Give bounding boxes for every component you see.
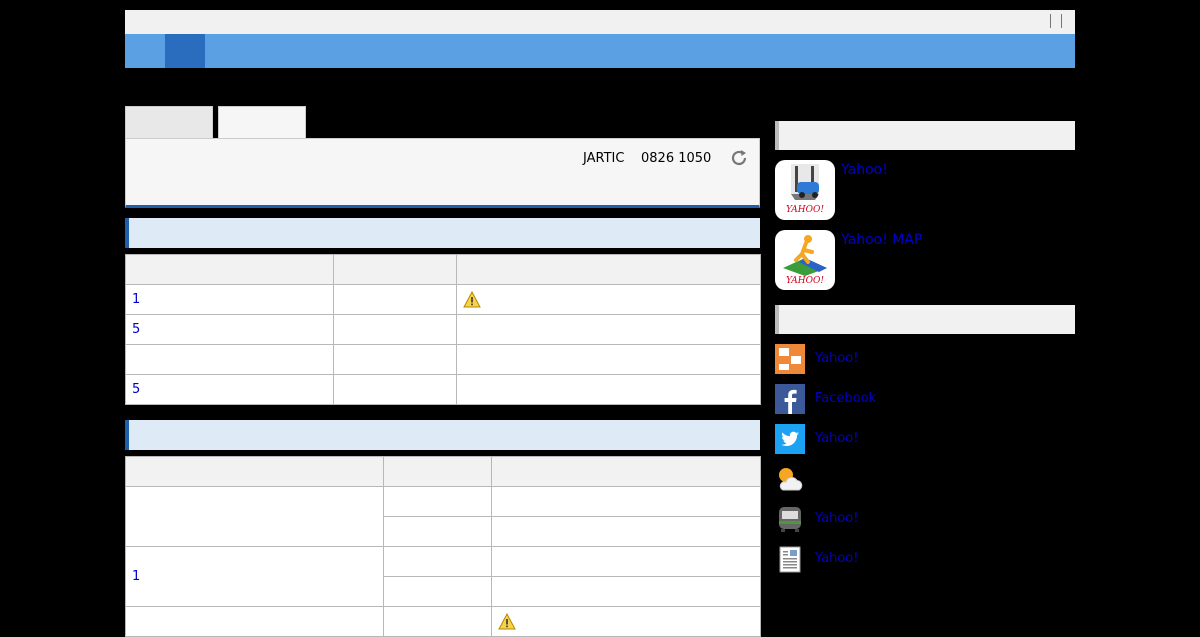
- table-cell: [333, 344, 457, 375]
- main-nav-bar: [125, 34, 1075, 68]
- row-link[interactable]: 1: [132, 292, 140, 307]
- news-icon[interactable]: [775, 544, 805, 574]
- app-link[interactable]: Yahoo! MAP: [841, 232, 922, 248]
- table-cell: [383, 516, 492, 547]
- table-header-cell: [383, 456, 492, 487]
- table-row: 5: [125, 374, 761, 405]
- svg-text:YAHOO!: YAHOO!: [786, 276, 824, 286]
- map-app-icon[interactable]: YAHOO!: [775, 230, 835, 290]
- table-header-cell: [333, 254, 457, 285]
- table-cell: [491, 546, 761, 577]
- table-cell: [456, 374, 761, 405]
- app-link[interactable]: Yahoo!: [841, 162, 888, 178]
- table-cell-link[interactable]: 5: [125, 314, 334, 345]
- warning-icon: [463, 290, 481, 307]
- car-navi-app-icon[interactable]: YAHOO!: [775, 160, 835, 220]
- nav-item[interactable]: [125, 34, 165, 68]
- table-header-cell: [456, 254, 761, 285]
- row-link[interactable]: 5: [132, 322, 140, 337]
- table-cell-group[interactable]: 1: [125, 546, 384, 607]
- top-utility-bar: [125, 10, 1075, 34]
- row-link[interactable]: 1: [132, 569, 140, 584]
- warning-icon: [498, 612, 516, 629]
- table-cell: [383, 486, 492, 517]
- weather-icon[interactable]: [775, 464, 805, 494]
- table-header-cell: [491, 456, 761, 487]
- share-link-twitter[interactable]: Yahoo!: [815, 431, 858, 446]
- table-cell: [383, 546, 492, 577]
- table-cell: [456, 314, 761, 345]
- sidebar-section-header: [775, 305, 1075, 334]
- facebook-icon[interactable]: [775, 384, 805, 414]
- table-cell: [491, 606, 761, 637]
- table-cell-group: [125, 486, 384, 547]
- share-link-news[interactable]: Yahoo!: [815, 551, 858, 566]
- share-link-train[interactable]: Yahoo!: [815, 511, 858, 526]
- nav-item-active[interactable]: [165, 34, 205, 68]
- table-cell: [491, 516, 761, 547]
- table-row: [125, 606, 761, 637]
- table-cell: [383, 576, 492, 607]
- row-link[interactable]: 5: [132, 382, 140, 397]
- road-table: 1: [125, 456, 761, 637]
- tab-inactive[interactable]: [125, 106, 213, 138]
- update-time: 0826 1050: [641, 151, 712, 166]
- table-header-cell: [125, 456, 384, 487]
- table-row: 1: [125, 546, 761, 607]
- sidebar-section-header: [775, 121, 1075, 150]
- table-cell: [333, 284, 457, 315]
- blog-icon[interactable]: [775, 344, 805, 374]
- table-header-cell: [125, 254, 334, 285]
- tab-active[interactable]: [218, 106, 306, 138]
- table-cell: [491, 576, 761, 607]
- table-cell: [456, 344, 761, 375]
- train-icon[interactable]: [775, 504, 805, 534]
- share-link-blog[interactable]: Yahoo!: [815, 351, 858, 366]
- section-header: [125, 218, 760, 248]
- table-cell: [333, 374, 457, 405]
- table-cell-link[interactable]: 5: [125, 374, 334, 405]
- reload-icon[interactable]: [729, 148, 749, 168]
- table-cell: [456, 284, 761, 315]
- table-cell: [491, 486, 761, 517]
- section-header: [125, 420, 760, 450]
- table-row: [125, 344, 761, 375]
- share-link-facebook[interactable]: Facebook: [815, 391, 876, 406]
- table-header-row: [125, 456, 761, 487]
- table-cell: [333, 314, 457, 345]
- svg-text:YAHOO!: YAHOO!: [786, 205, 824, 215]
- table-row: 1: [125, 284, 761, 315]
- top-bar-separator: [1061, 14, 1062, 28]
- table-header-row: [125, 254, 761, 285]
- table-cell-link[interactable]: [125, 344, 334, 375]
- traffic-table: 1 5 5: [125, 254, 761, 405]
- table-row: 5: [125, 314, 761, 345]
- twitter-icon[interactable]: [775, 424, 805, 454]
- table-row: [125, 486, 761, 547]
- table-cell-link[interactable]: 1: [125, 284, 334, 315]
- top-bar-separator: [1050, 14, 1051, 28]
- traffic-info-panel: JARTIC 0826 1050: [125, 138, 760, 208]
- data-source-label: JARTIC: [583, 151, 625, 166]
- table-cell: [383, 606, 492, 637]
- table-cell: [125, 606, 384, 637]
